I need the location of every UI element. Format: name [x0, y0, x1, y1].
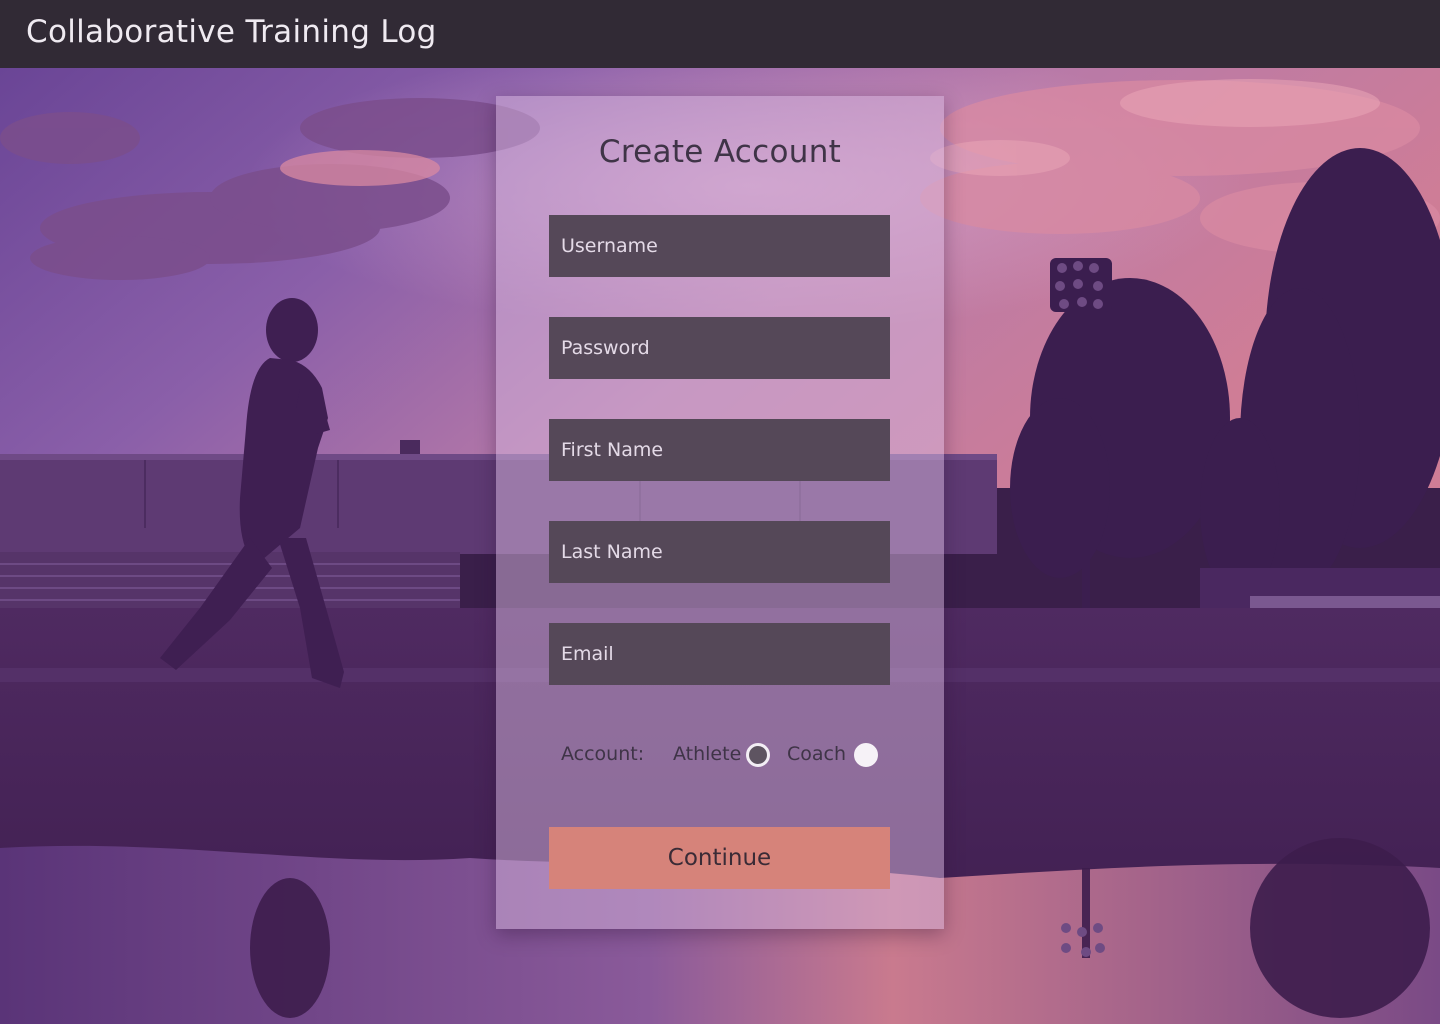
- continue-button[interactable]: Continue: [549, 827, 890, 889]
- athlete-radio[interactable]: [746, 743, 770, 767]
- email-input[interactable]: [549, 623, 890, 685]
- coach-radio[interactable]: [854, 743, 878, 767]
- username-input[interactable]: [549, 215, 890, 277]
- create-account-card: Create Account Account: Athlete Coach Co…: [496, 96, 944, 929]
- account-type-group: Account: Athlete Coach: [549, 743, 890, 769]
- coach-option-label[interactable]: Coach: [787, 743, 846, 765]
- app-title: Collaborative Training Log: [26, 14, 437, 50]
- account-type-label: Account:: [561, 743, 645, 765]
- athlete-option-label[interactable]: Athlete: [673, 743, 741, 765]
- first-name-input[interactable]: [549, 419, 890, 481]
- form-title: Create Account: [598, 134, 842, 170]
- last-name-input[interactable]: [549, 521, 890, 583]
- app-header: Collaborative Training Log: [0, 0, 1440, 68]
- password-input[interactable]: [549, 317, 890, 379]
